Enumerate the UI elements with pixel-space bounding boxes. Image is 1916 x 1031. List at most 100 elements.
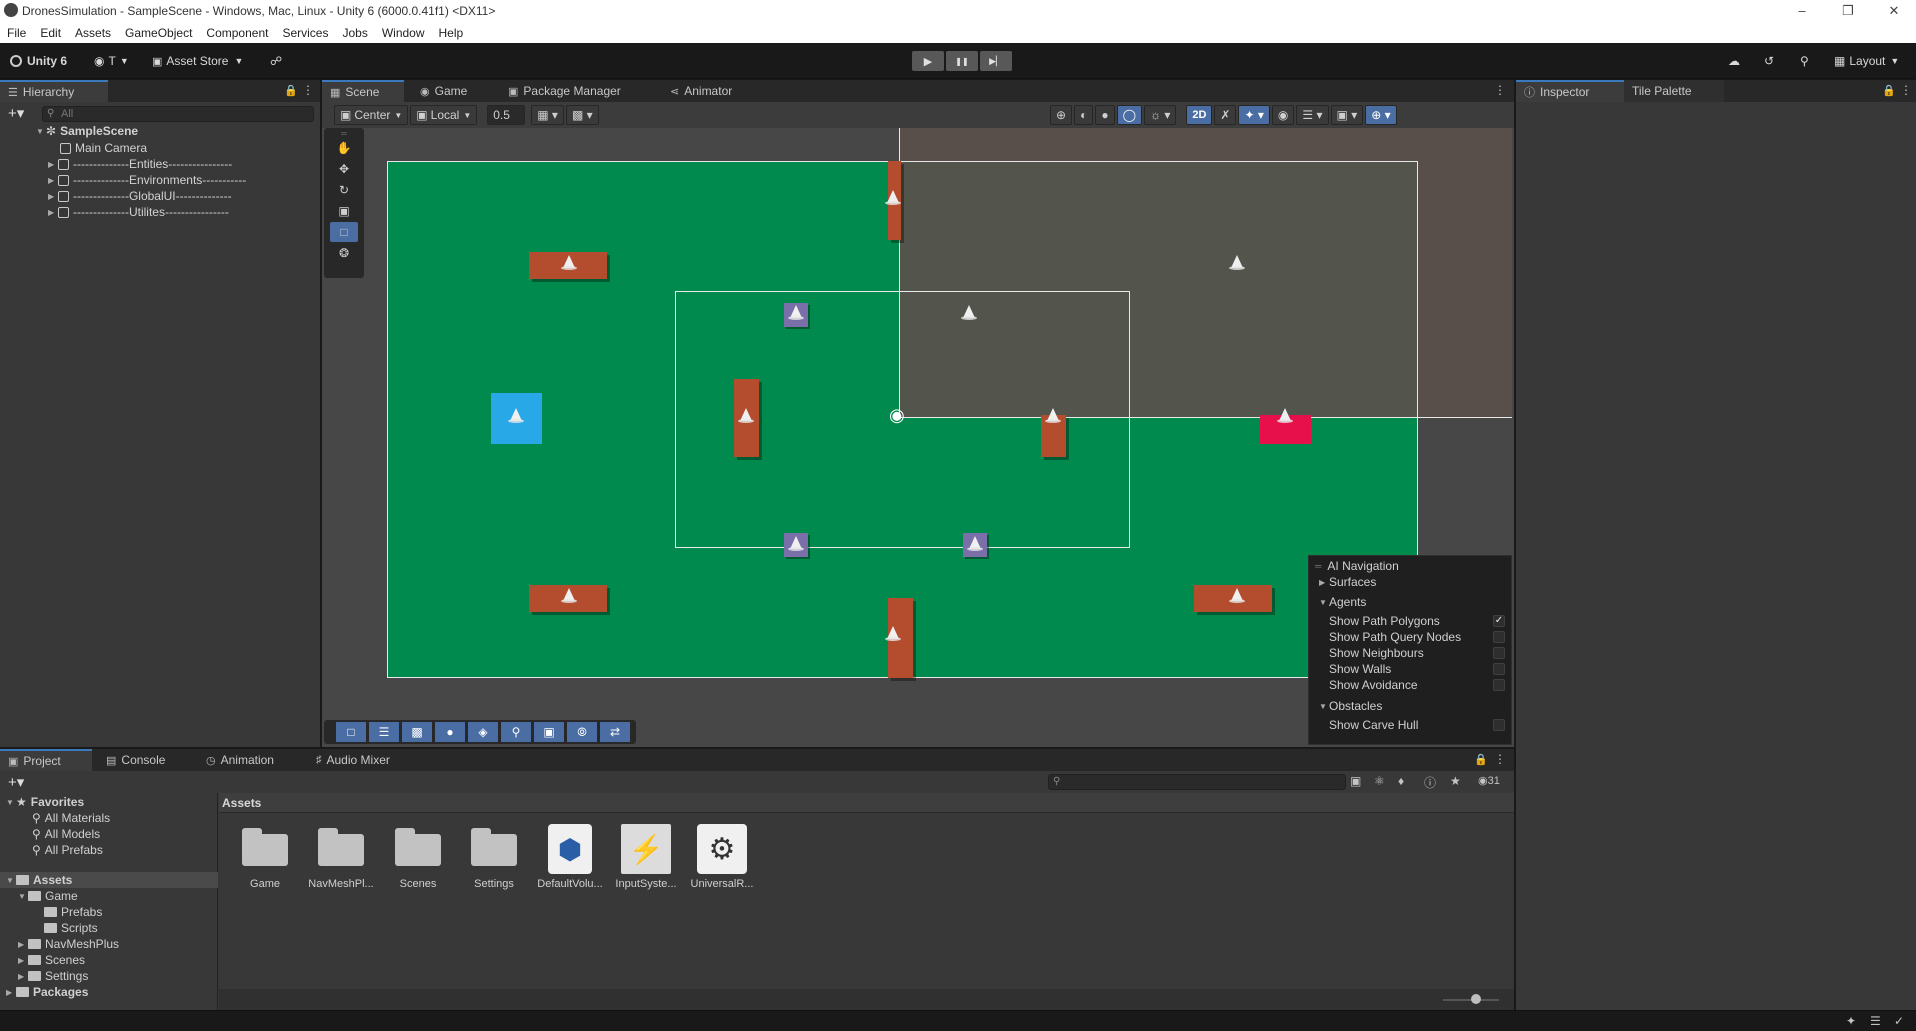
lock-icon[interactable]: 🔒 [1474, 753, 1488, 766]
favorite-star-icon[interactable]: ★ [1450, 774, 1461, 788]
project-search-input[interactable]: ⚲ [1048, 774, 1346, 790]
cloud-icon[interactable]: ☁ [1728, 50, 1740, 72]
hierarchy-item[interactable]: ▶ --------------Entities---------------- [48, 156, 232, 172]
favorite-item[interactable]: ⚲ All Materials [32, 810, 110, 826]
icon-size-slider-handle[interactable] [1471, 994, 1481, 1004]
camera-dropdown[interactable]: ▣ ▾ [1330, 105, 1364, 125]
add-icon[interactable]: +▾ [8, 104, 24, 122]
asset-item[interactable]: ⬢ DefaultVolu... [535, 824, 605, 890]
breadcrumb[interactable]: Assets [222, 796, 261, 810]
show-path-polygons-checkbox[interactable]: ✓ [1493, 615, 1505, 627]
menu-gameobject[interactable]: GameObject [118, 26, 199, 40]
expand-arrow-icon[interactable]: ▶ [48, 160, 58, 169]
kebab-menu-icon[interactable]: ⋮ [1900, 83, 1912, 97]
menu-services[interactable]: Services [275, 26, 335, 40]
close-button[interactable]: ✕ [1872, 0, 1916, 22]
version-control-icon[interactable]: ☍ [270, 50, 282, 72]
pause-button[interactable]: ❚❚ [946, 51, 978, 71]
account-button[interactable]: Unity 6 [10, 50, 67, 72]
lock-icon[interactable]: 🔒 [284, 84, 298, 97]
audio-toggle-icon[interactable]: ✗ [1214, 105, 1237, 125]
move-tile-icon[interactable]: ☰ [369, 722, 399, 742]
shading-shaded-icon[interactable]: ● [1095, 105, 1115, 125]
show-avoidance-checkbox[interactable] [1493, 679, 1505, 691]
hierarchy-item[interactable]: Main Camera [60, 140, 147, 156]
brush-tile-icon[interactable]: ▩ [402, 722, 432, 742]
asset-item[interactable]: ⚡ InputSyste... [611, 824, 681, 890]
hierarchy-item[interactable]: ▶ --------------Utilites---------------- [48, 204, 229, 220]
lock-icon[interactable]: 🔒 [1882, 84, 1896, 97]
expand-arrow-icon[interactable]: ▼ [36, 127, 46, 136]
favorite-item[interactable]: ⚲ All Models [32, 826, 100, 842]
tab-hierarchy[interactable]: ☰ Hierarchy [0, 80, 108, 102]
obstacles-foldout[interactable]: ▼ Obstacles [1319, 698, 1382, 714]
menu-help[interactable]: Help [432, 26, 471, 40]
hierarchy-item[interactable]: ▶ --------------Environments----------- [48, 172, 246, 188]
snap-increment-input[interactable]: 0.5 [487, 105, 526, 125]
progress-icon[interactable]: ☰ [1870, 1014, 1881, 1028]
tab-audio-mixer[interactable]: ♯ Audio Mixer [308, 749, 398, 771]
user-button[interactable]: ◉ T ▼ [94, 50, 129, 72]
hierarchy-item[interactable]: ▶ --------------GlobalUI-------------- [48, 188, 232, 204]
tree-folder[interactable]: ▶ NavMeshPlus [18, 936, 119, 952]
tab-inspector[interactable]: ⓘ Inspector [1516, 80, 1624, 102]
layers-dropdown[interactable]: ☰ ▾ [1296, 105, 1329, 125]
favorites-header[interactable]: ▼ ★ Favorites [6, 794, 84, 810]
tab-tile-palette[interactable]: Tile Palette [1624, 80, 1724, 102]
asset-item[interactable]: Scenes [383, 828, 453, 890]
kebab-menu-icon[interactable]: ⋮ [1494, 83, 1506, 97]
shading-wireframe-icon[interactable]: ◐ [1074, 105, 1094, 125]
search-by-type-icon[interactable]: ▣ [1350, 774, 1361, 788]
grid-snap-dropdown[interactable]: ▦ ▾ [531, 105, 564, 125]
menu-jobs[interactable]: Jobs [335, 26, 374, 40]
tab-package-manager[interactable]: ▣ Package Manager [500, 80, 629, 102]
history-icon[interactable]: ↺ [1764, 50, 1774, 72]
debug-icon[interactable]: ✦ [1846, 1014, 1856, 1028]
layers-tile-icon[interactable]: ◈ [468, 722, 498, 742]
orientation-icon[interactable]: ⊕ [1050, 105, 1073, 125]
show-walls-checkbox[interactable] [1493, 663, 1505, 675]
favorite-item[interactable]: ⚲ All Prefabs [32, 842, 103, 858]
show-carve-hull-checkbox[interactable] [1493, 719, 1505, 731]
pivot-dropdown[interactable]: ▣ Center ▼ [334, 105, 409, 125]
check-icon[interactable]: ✓ [1894, 1014, 1904, 1028]
tab-animator[interactable]: ⋖ Animator [662, 80, 740, 102]
search-by-label-icon[interactable]: ⚛ [1374, 774, 1385, 788]
hierarchy-search-input[interactable]: ⚲ All [42, 106, 314, 122]
ai-nav-header[interactable]: ═ AI Navigation [1315, 558, 1399, 574]
kebab-menu-icon[interactable]: ⋮ [1494, 752, 1506, 766]
hand-tool-icon[interactable]: ✋ [330, 138, 358, 158]
toggle-2d-button[interactable]: 2D [1186, 105, 1213, 125]
tab-console[interactable]: ▤ Console [98, 749, 173, 771]
surfaces-foldout[interactable]: ▶ Surfaces [1319, 574, 1376, 590]
asset-item[interactable]: ⚙ UniversalR... [687, 824, 757, 890]
select-tile-icon[interactable]: □ [336, 722, 366, 742]
asset-item[interactable]: Settings [459, 828, 529, 890]
show-path-query-nodes-checkbox[interactable] [1493, 631, 1505, 643]
drag-handle-icon[interactable]: ═ [330, 129, 358, 138]
maximize-button[interactable]: ❐ [1826, 0, 1870, 22]
tab-game[interactable]: ◉ Game [412, 80, 475, 102]
tree-folder[interactable]: Prefabs [44, 904, 102, 920]
expand-arrow-icon[interactable]: ▶ [48, 208, 58, 217]
search-icon[interactable]: ⚲ [1800, 50, 1809, 72]
visibility-icon[interactable]: ◉ [1271, 105, 1295, 125]
space-dropdown[interactable]: ▣ Local ▼ [410, 105, 478, 125]
tab-animation[interactable]: ◷ Animation [198, 749, 282, 771]
expand-arrow-icon[interactable]: ▶ [48, 176, 58, 185]
tree-folder[interactable]: ▼ Game [18, 888, 78, 904]
rect-tool-icon[interactable]: □ [330, 222, 358, 242]
step-button[interactable]: ▶▏ [980, 51, 1012, 71]
compass-tile-icon[interactable]: ⦾ [567, 722, 597, 742]
kebab-menu-icon[interactable]: ⋮ [302, 83, 314, 97]
circle-tile-icon[interactable]: ● [435, 722, 465, 742]
effects-dropdown[interactable]: ✦ ▾ [1238, 105, 1270, 125]
agents-foldout[interactable]: ▼ Agents [1319, 594, 1366, 610]
gizmos-dropdown[interactable]: ⊕ ▾ [1365, 105, 1397, 125]
assets-root-row[interactable]: ▼ Assets [0, 872, 218, 888]
tree-folder[interactable]: Scripts [44, 920, 98, 936]
menu-edit[interactable]: Edit [33, 26, 68, 40]
menu-window[interactable]: Window [375, 26, 432, 40]
menu-file[interactable]: File [0, 26, 33, 40]
menu-assets[interactable]: Assets [68, 26, 118, 40]
